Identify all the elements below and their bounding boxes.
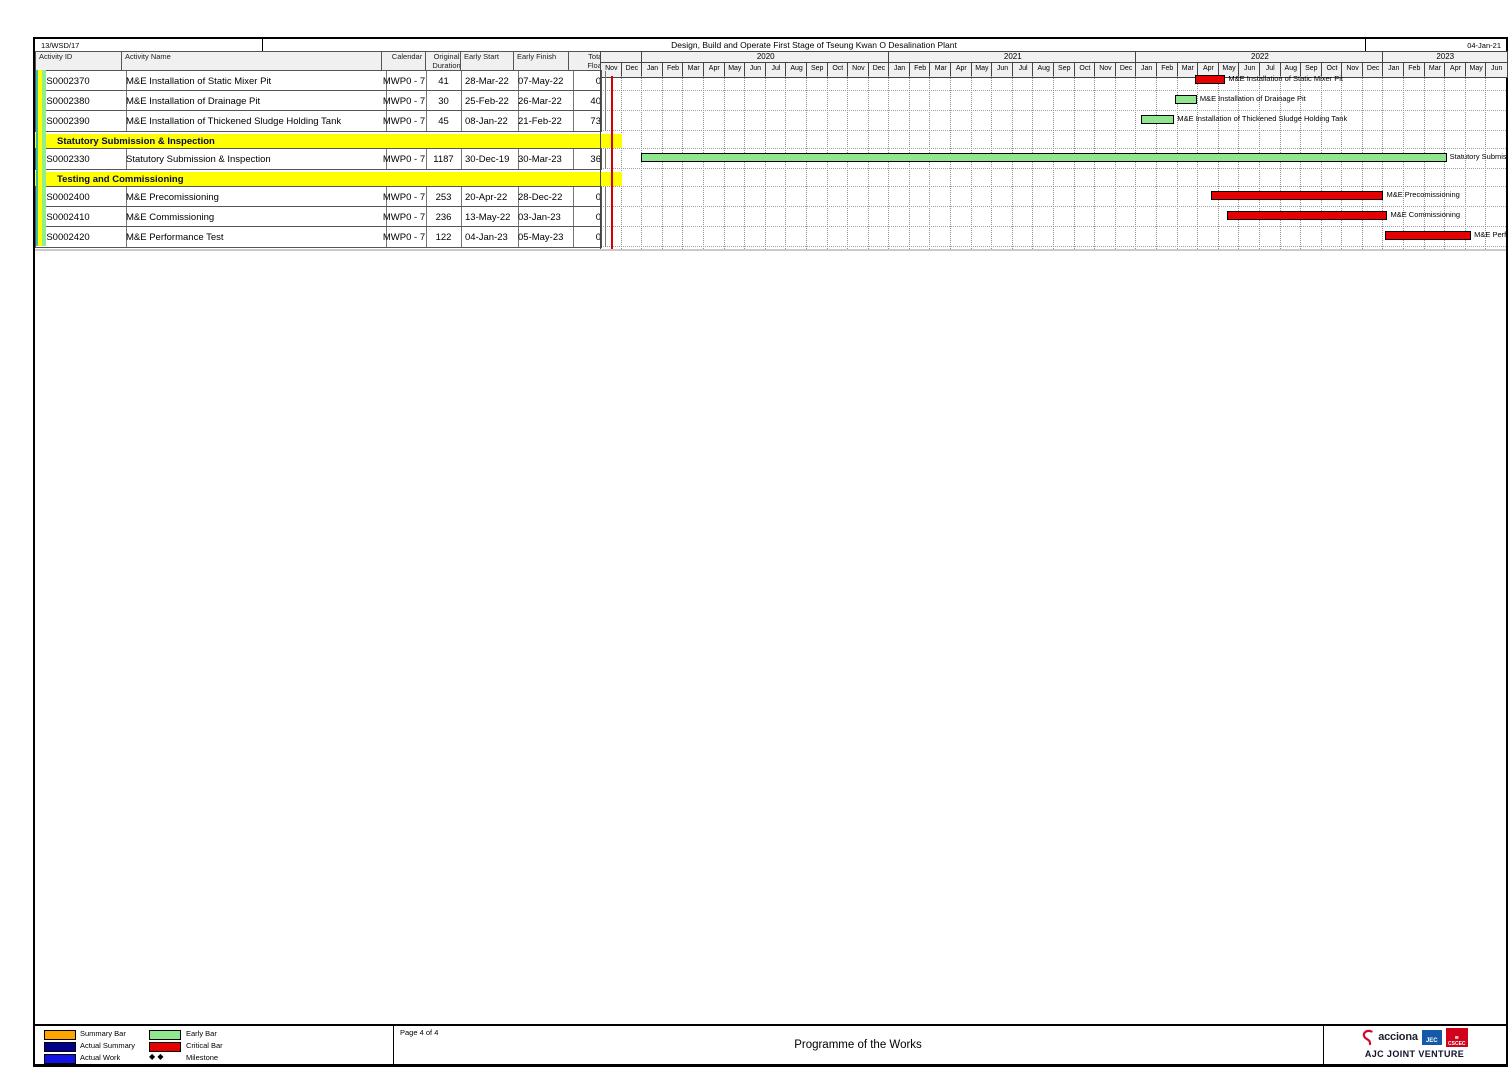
cell-activity-name: M&E Performance Test xyxy=(122,227,387,247)
gantt-bar-label: M&E Installation of Thickened Sludge Hol… xyxy=(1177,114,1347,124)
group-band: Testing and Commissioning xyxy=(35,172,622,186)
cell-early-start: 25-Feb-22 xyxy=(461,91,519,111)
gantt-bar-ES0002390 xyxy=(1141,115,1174,124)
contract-number: 13/WSD/17 xyxy=(35,39,263,51)
activity-row: ES0002390M&E Installation of Thickened S… xyxy=(35,110,602,132)
cell-calendar: MWP0 - 7 xyxy=(382,71,427,91)
cell-early-start: 08-Jan-22 xyxy=(461,111,519,131)
gantt-bar-label: M&E Installation of Drainage Pit xyxy=(1200,94,1306,104)
legend-chip xyxy=(44,1042,76,1052)
page-number: Page 4 of 4 xyxy=(400,1028,438,1037)
cell-activity-id: ES0002380 xyxy=(36,91,127,111)
cell-activity-name: M&E Installation of Static Mixer Pit xyxy=(122,71,387,91)
cell-activity-id: ES0002390 xyxy=(36,111,127,131)
gantt-bar-ES0002330 xyxy=(641,153,1447,162)
cell-original-duration: 1187 xyxy=(426,149,462,169)
cell-activity-name: M&E Precomissioning xyxy=(122,187,387,207)
gantt-bar-label: M&E Precomissioning xyxy=(1386,190,1459,200)
cell-calendar: MWP0 - 7 xyxy=(382,227,427,247)
table-header: Activity IDActivity NameCalendarOriginal… xyxy=(35,51,600,70)
cell-calendar: MWP0 - 7 xyxy=(382,149,427,169)
acciona-logo-icon xyxy=(1361,1029,1374,1046)
gantt-bar-ES0002420 xyxy=(1385,231,1471,240)
cscec-logo: ≋ CSCEC xyxy=(1446,1028,1468,1047)
legend-chip xyxy=(44,1054,76,1064)
cell-early-finish: 21-Feb-22 xyxy=(514,111,574,131)
cell-original-duration: 236 xyxy=(426,207,462,227)
activity-table-body: ES0002370M&E Installation of Static Mixe… xyxy=(35,70,600,246)
cell-early-finish: 05-May-23 xyxy=(514,227,574,247)
gantt-bar-label: M&E Commissioning xyxy=(1390,210,1460,220)
cell-calendar: MWP0 - 7 xyxy=(382,91,427,111)
cell-activity-name: M&E Installation of Thickened Sludge Hol… xyxy=(122,111,387,131)
document-title: Programme of the Works xyxy=(393,1039,1323,1051)
cell-original-duration: 122 xyxy=(426,227,462,247)
cell-calendar: MWP0 - 7 xyxy=(382,207,427,227)
table-chart-divider xyxy=(600,51,601,249)
cell-activity-id: ES0002330 xyxy=(36,149,127,169)
printed-schedule-page: 13/WSD/17 Design, Build and Operate Firs… xyxy=(0,0,1512,1070)
cell-activity-id: ES0002420 xyxy=(36,227,127,247)
legend-label: Actual Summary xyxy=(80,1041,135,1051)
group-stripe-green xyxy=(42,70,46,246)
group-band: Statutory Submission & Inspection xyxy=(35,134,622,148)
cell-original-duration: 30 xyxy=(426,91,462,111)
activity-row: ES0002370M&E Installation of Static Mixe… xyxy=(35,70,602,92)
gantt-bar-ES0002400 xyxy=(1211,191,1383,200)
activity-row: ES0002380M&E Installation of Drainage Pi… xyxy=(35,90,602,112)
gantt-chart-body: M&E Installation of Static Mixer Pit M&E … xyxy=(601,70,1506,249)
activity-row: ES0002420M&E Performance TestMWP0 - 7122… xyxy=(35,226,602,248)
activity-row: ES0002330Statutory Submission & Inspecti… xyxy=(35,148,602,170)
cell-calendar: MWP0 - 7 xyxy=(382,187,427,207)
cell-original-duration: 41 xyxy=(426,71,462,91)
legend-label: Early Bar xyxy=(186,1029,217,1039)
data-date-line xyxy=(611,76,613,249)
gantt-bar-ES0002410 xyxy=(1227,211,1388,220)
cell-early-start: 04-Jan-23 xyxy=(461,227,519,247)
joint-venture-block: acciona JEC ≋ CSCEC AJC JOINT VENTURE xyxy=(1323,1026,1506,1064)
legend-label: Milestone xyxy=(186,1053,218,1063)
legend-chip xyxy=(44,1030,76,1040)
cell-early-start: 13-May-22 xyxy=(461,207,519,227)
gantt-bar-ES0002380 xyxy=(1175,95,1197,104)
cell-early-finish: 28-Dec-22 xyxy=(514,187,574,207)
cell-calendar: MWP0 - 7 xyxy=(382,111,427,131)
gantt-bar-label: M&E Installation of Static Mixer Pit xyxy=(1228,74,1343,84)
legend-chip xyxy=(149,1042,181,1052)
milestone-diamond-icon: ◆ ◆ xyxy=(149,1052,164,1062)
page-frame: 13/WSD/17 Design, Build and Operate Firs… xyxy=(33,37,1508,1067)
cell-activity-name: M&E Installation of Drainage Pit xyxy=(122,91,387,111)
cell-original-duration: 253 xyxy=(426,187,462,207)
gantt-bar-label: M&E Performance Test xyxy=(1474,230,1506,240)
activity-row: ES0002400M&E PrecomissioningMWP0 - 72532… xyxy=(35,186,602,208)
legend: Summary Bar Actual Summary Actual Work Earl… xyxy=(35,1024,393,1064)
cell-activity-id: ES0002410 xyxy=(36,207,127,227)
gantt-bar-label: Statutory Submission & Inspection xyxy=(1450,152,1506,162)
legend-chip xyxy=(149,1030,181,1040)
cell-early-start: 28-Mar-22 xyxy=(461,71,519,91)
cell-activity-id: ES0002370 xyxy=(36,71,127,91)
cell-early-finish: 26-Mar-22 xyxy=(514,91,574,111)
cell-early-finish: 07-May-22 xyxy=(514,71,574,91)
jec-logo: JEC xyxy=(1422,1030,1442,1045)
legend-label: Summary Bar xyxy=(80,1029,126,1039)
cell-activity-name: M&E Commissioning xyxy=(122,207,387,227)
legend-label: Critical Bar xyxy=(186,1041,223,1051)
cell-early-start: 30-Dec-19 xyxy=(461,149,519,169)
cell-early-finish: 03-Jan-23 xyxy=(514,207,574,227)
cell-activity-name: Statutory Submission & Inspection xyxy=(122,149,387,169)
cell-early-start: 20-Apr-22 xyxy=(461,187,519,207)
activity-row: ES0002410M&E CommissioningMWP0 - 723613-… xyxy=(35,206,602,228)
joint-venture-name: AJC JOINT VENTURE xyxy=(1323,1048,1506,1060)
acciona-logo: acciona xyxy=(1378,1031,1418,1043)
cell-original-duration: 45 xyxy=(426,111,462,131)
gantt-bar-ES0002370 xyxy=(1195,75,1225,84)
legend-label: Actual Work xyxy=(80,1053,120,1063)
cell-activity-id: ES0002400 xyxy=(36,187,127,207)
cell-early-finish: 30-Mar-23 xyxy=(514,149,574,169)
chart-bottom-edge xyxy=(35,249,1506,251)
